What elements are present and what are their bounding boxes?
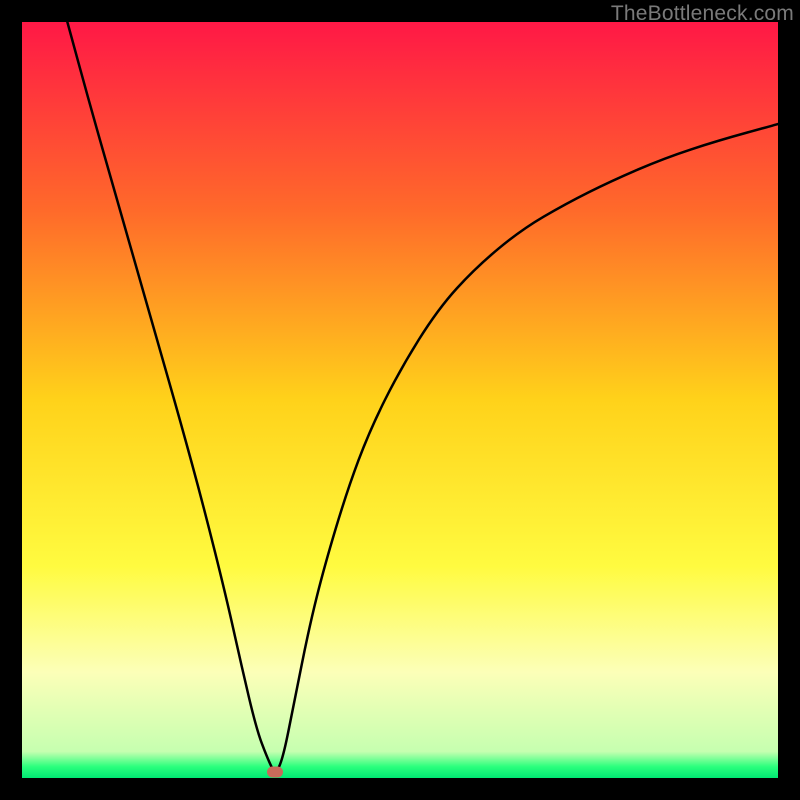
current-point-marker [267, 766, 283, 777]
watermark-text: TheBottleneck.com [611, 2, 794, 26]
chart-frame [22, 22, 778, 778]
chart-svg [22, 22, 778, 778]
gradient-background [22, 22, 778, 778]
